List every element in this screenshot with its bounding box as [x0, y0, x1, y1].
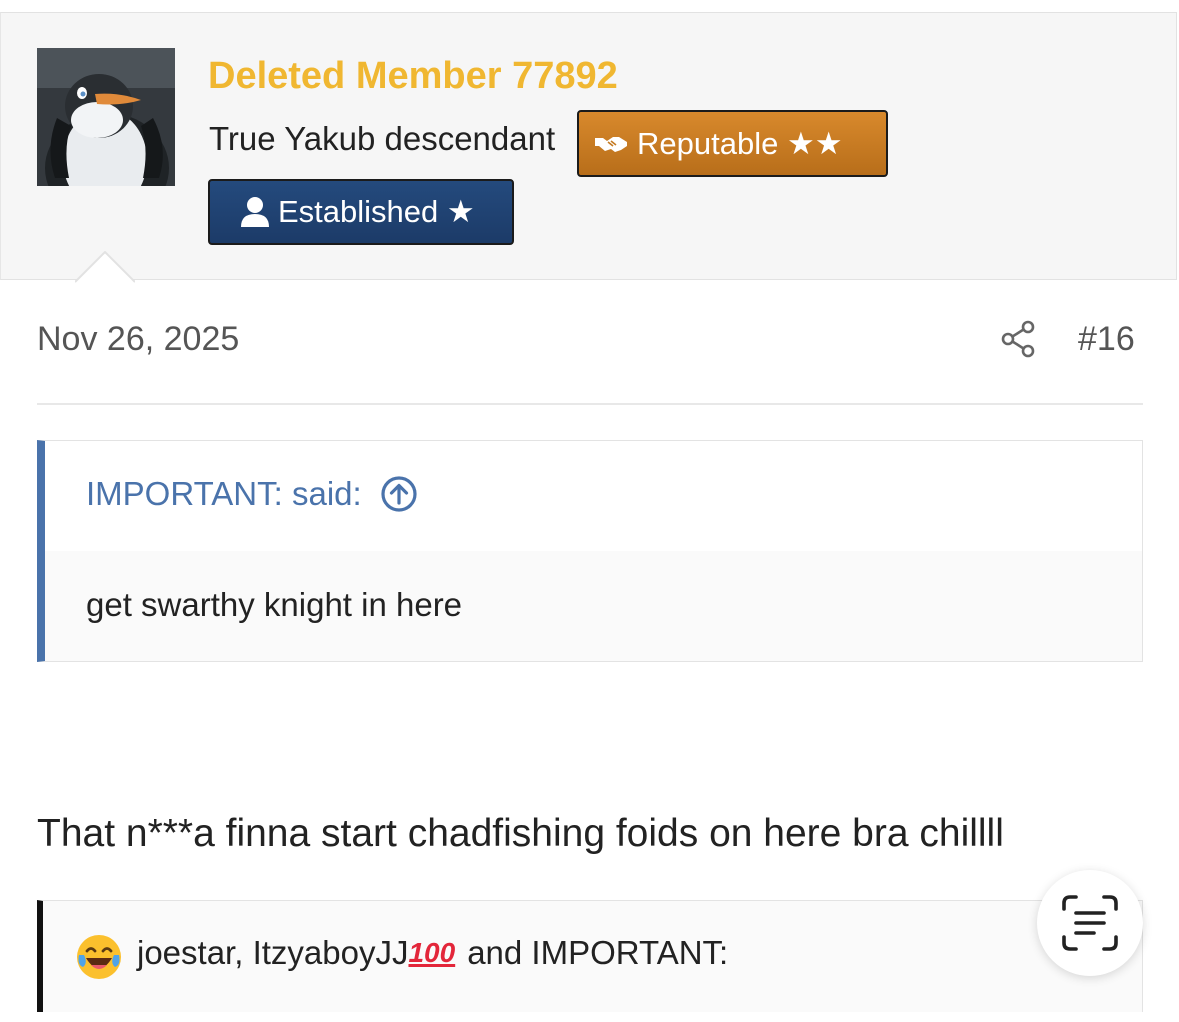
hundred-emoji: 100 [408, 937, 456, 968]
quote-attribution-text: IMPORTANT: said: [86, 475, 362, 512]
laughing-crying-emoji [77, 935, 121, 979]
handshake-icon [595, 136, 627, 152]
reaction-users[interactable]: joestar, ItzyaboyJJ 100 and IMPORTANT: [137, 934, 728, 972]
badge-established-label: Established ★ [278, 194, 475, 229]
avatar[interactable] [37, 48, 175, 186]
header-pointer-arrow [75, 251, 135, 283]
badge-reputable-label: Reputable ★★ [637, 125, 843, 161]
quote-text: get swarthy knight in here [86, 586, 463, 623]
top-spacer [0, 0, 1179, 12]
user-icon [241, 197, 269, 227]
text-scan-icon [1062, 895, 1118, 951]
divider [37, 403, 1143, 405]
reactions-bar[interactable]: joestar, ItzyaboyJJ 100 and IMPORTANT: [37, 900, 1143, 1012]
reaction-users-part2: and IMPORTANT: [467, 934, 729, 971]
user-title: True Yakub descendant [209, 120, 556, 157]
post-message: That n***a finna start chadfishing foids… [37, 812, 1004, 855]
post-number-link[interactable]: #16 [1078, 320, 1135, 359]
bottom-spacer [0, 1012, 1179, 1022]
badge-reputable: Reputable ★★ [577, 110, 888, 177]
post-date[interactable]: Nov 26, 2025 [37, 320, 239, 359]
reaction-users-part1: joestar, ItzyaboyJJ [137, 934, 409, 971]
text-scan-button[interactable] [1037, 870, 1143, 976]
badge-established: Established ★ [208, 179, 514, 245]
quote-block: IMPORTANT: said: get swarthy knight in h… [37, 440, 1143, 662]
quote-attribution[interactable]: IMPORTANT: said: [86, 475, 418, 513]
share-icon[interactable] [999, 319, 1039, 359]
penguin-avatar-image [37, 48, 175, 186]
username[interactable]: Deleted Member 77892 [208, 55, 618, 98]
arrow-up-circle-icon[interactable] [380, 475, 418, 513]
